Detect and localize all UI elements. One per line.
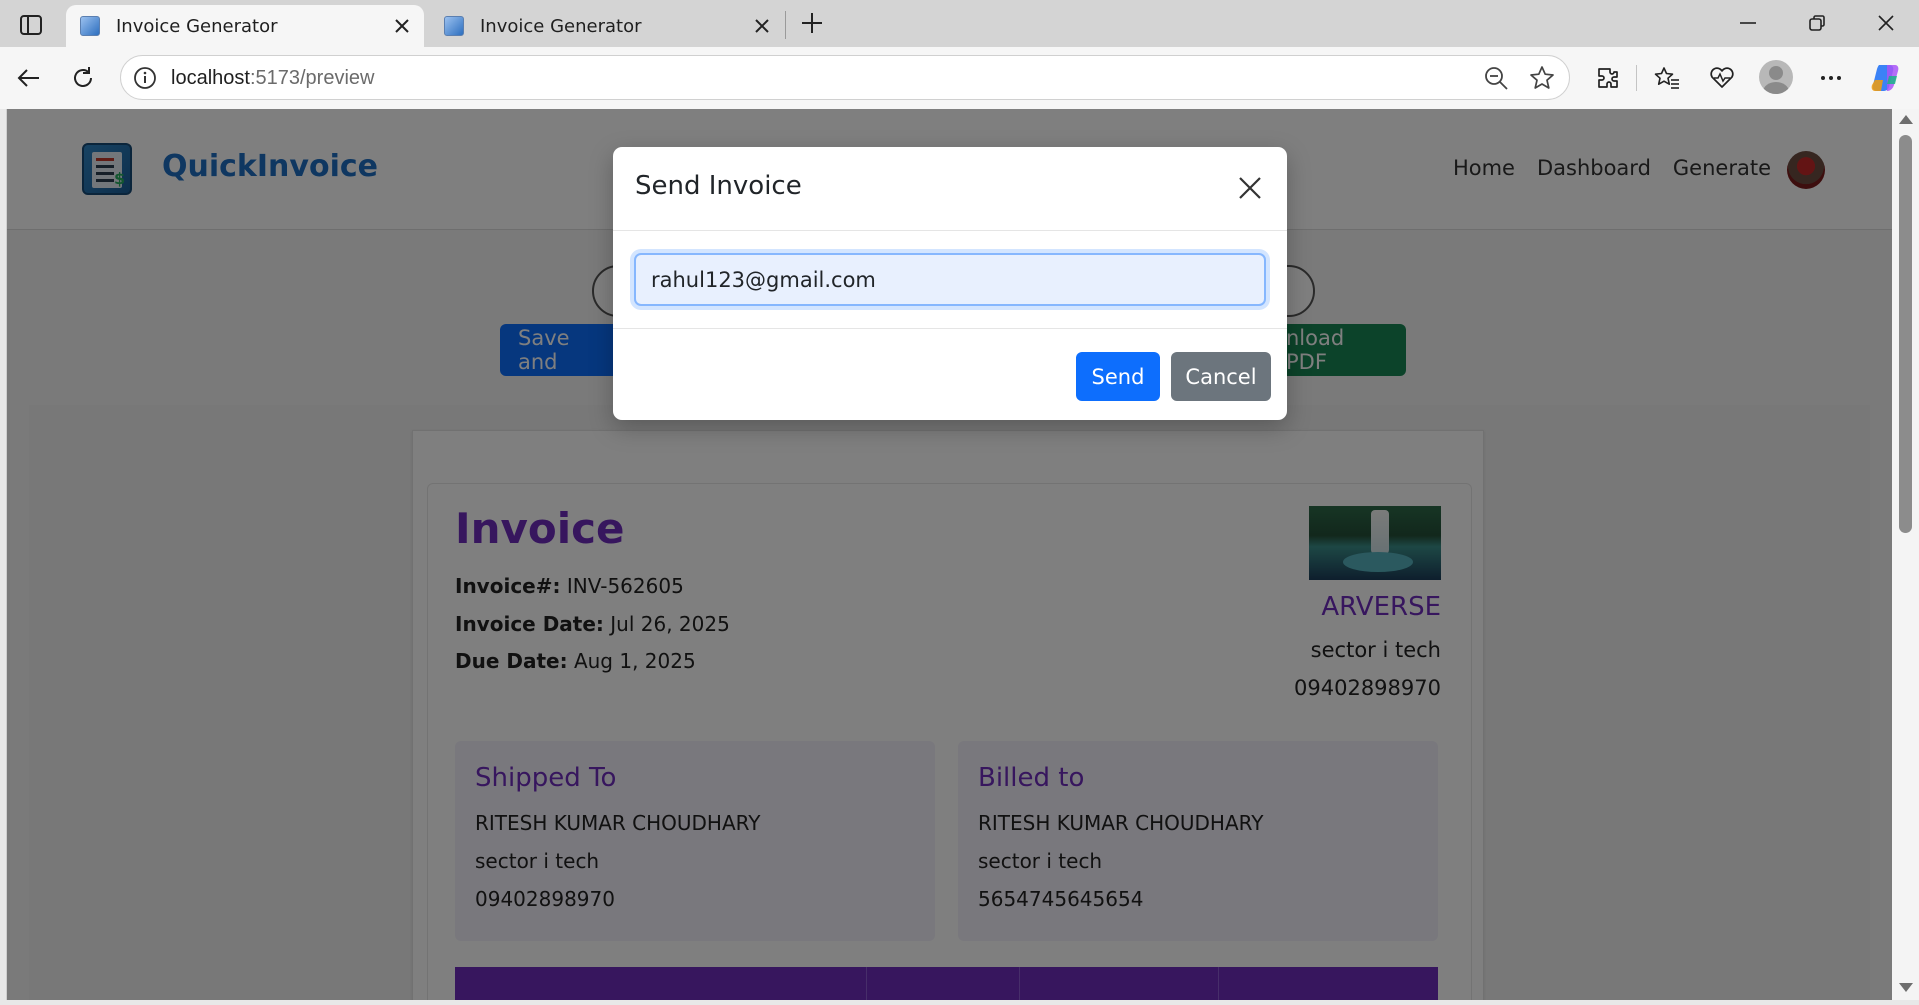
send-invoice-modal: Send Invoice Send Cancel [613,147,1287,420]
close-icon[interactable] [388,12,416,40]
scroll-down-icon[interactable] [1899,983,1913,992]
modal-header: Send Invoice [613,147,1287,231]
plus-icon[interactable] [795,6,829,40]
minimize-icon[interactable] [1728,8,1768,38]
cancel-button[interactable]: Cancel [1171,352,1271,401]
tab-separator [785,11,786,39]
tab-title: Invoice Generator [480,15,642,37]
browser-tabbar: Invoice Generator Invoice Generator [0,0,1919,47]
profile-avatar[interactable] [1759,60,1793,94]
browser-tab[interactable]: Invoice Generator [430,5,784,47]
toolbar-separator [1636,65,1637,91]
more-icon[interactable] [1812,59,1850,97]
health-icon[interactable] [1703,59,1741,97]
info-icon[interactable] [133,66,157,90]
favicon-icon [80,16,100,36]
close-icon[interactable] [748,12,776,40]
close-icon[interactable] [1231,169,1269,207]
browser-toolbar: localhost:5173/preview [0,47,1919,109]
send-button[interactable]: Send [1076,352,1160,401]
scrollbar-thumb[interactable] [1899,135,1912,533]
url-text: localhost:5173/preview [171,67,375,89]
refresh-icon[interactable] [64,59,102,97]
favorites-icon[interactable] [1648,59,1686,97]
back-icon[interactable] [10,59,48,97]
modal-footer: Send Cancel [613,329,1287,420]
page-scrollbar[interactable] [1892,109,1919,1000]
extensions-icon[interactable] [1589,59,1627,97]
copilot-icon[interactable] [1866,59,1904,97]
scroll-up-icon[interactable] [1899,115,1913,124]
address-bar[interactable]: localhost:5173/preview [120,55,1570,100]
email-input[interactable] [634,253,1266,306]
restore-icon[interactable] [1797,8,1837,38]
zoom-out-icon[interactable] [1483,65,1509,91]
modal-backdrop[interactable]: Send Invoice Send Cancel [7,109,1892,1000]
star-icon[interactable] [1529,65,1555,91]
modal-body [613,231,1287,329]
close-icon[interactable] [1866,8,1906,38]
page-viewport: $ QuickInvoice Home Dashboard Generate S… [6,109,1892,1000]
favicon-icon [444,16,464,36]
browser-tab-active[interactable]: Invoice Generator [66,5,424,47]
modal-title: Send Invoice [635,171,802,201]
sidebar-toggle-icon[interactable] [14,8,48,42]
tab-title: Invoice Generator [116,15,278,37]
